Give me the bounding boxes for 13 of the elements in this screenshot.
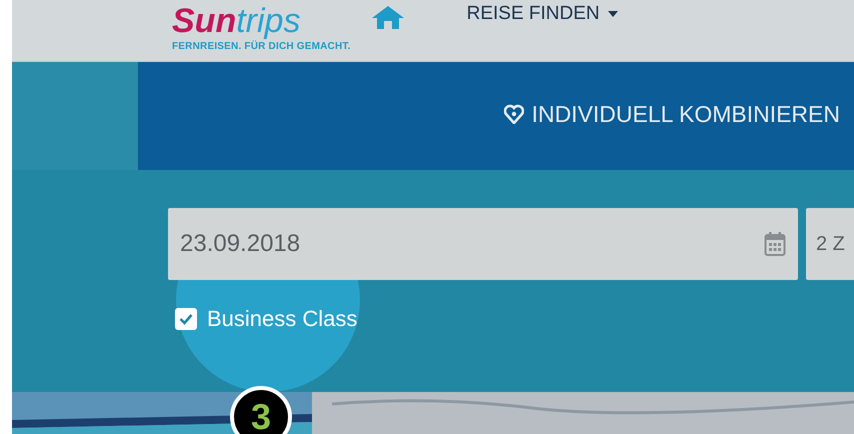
rooms-field[interactable]: 2 Z <box>806 208 854 280</box>
nav-link[interactable]: INDIVIDUELL KOMBINIEREN <box>504 100 840 132</box>
menu-link[interactable]: REISE FINDEN <box>466 3 618 25</box>
calendar-icon[interactable] <box>764 231 786 257</box>
checkbox[interactable] <box>175 308 197 330</box>
checkbox-label[interactable]: Business Class <box>207 306 358 332</box>
checkmark-icon <box>179 313 193 325</box>
logo-tagline: FERNREISEN. FÜR DICH GEMACHT. <box>172 41 351 52</box>
date-field[interactable]: 23.09.2018 <box>168 208 798 280</box>
caret-icon <box>608 11 618 17</box>
heart-pin-icon <box>504 104 524 124</box>
house-icon[interactable] <box>372 6 404 29</box>
logo-wordmark: Suntrips <box>172 2 302 40</box>
